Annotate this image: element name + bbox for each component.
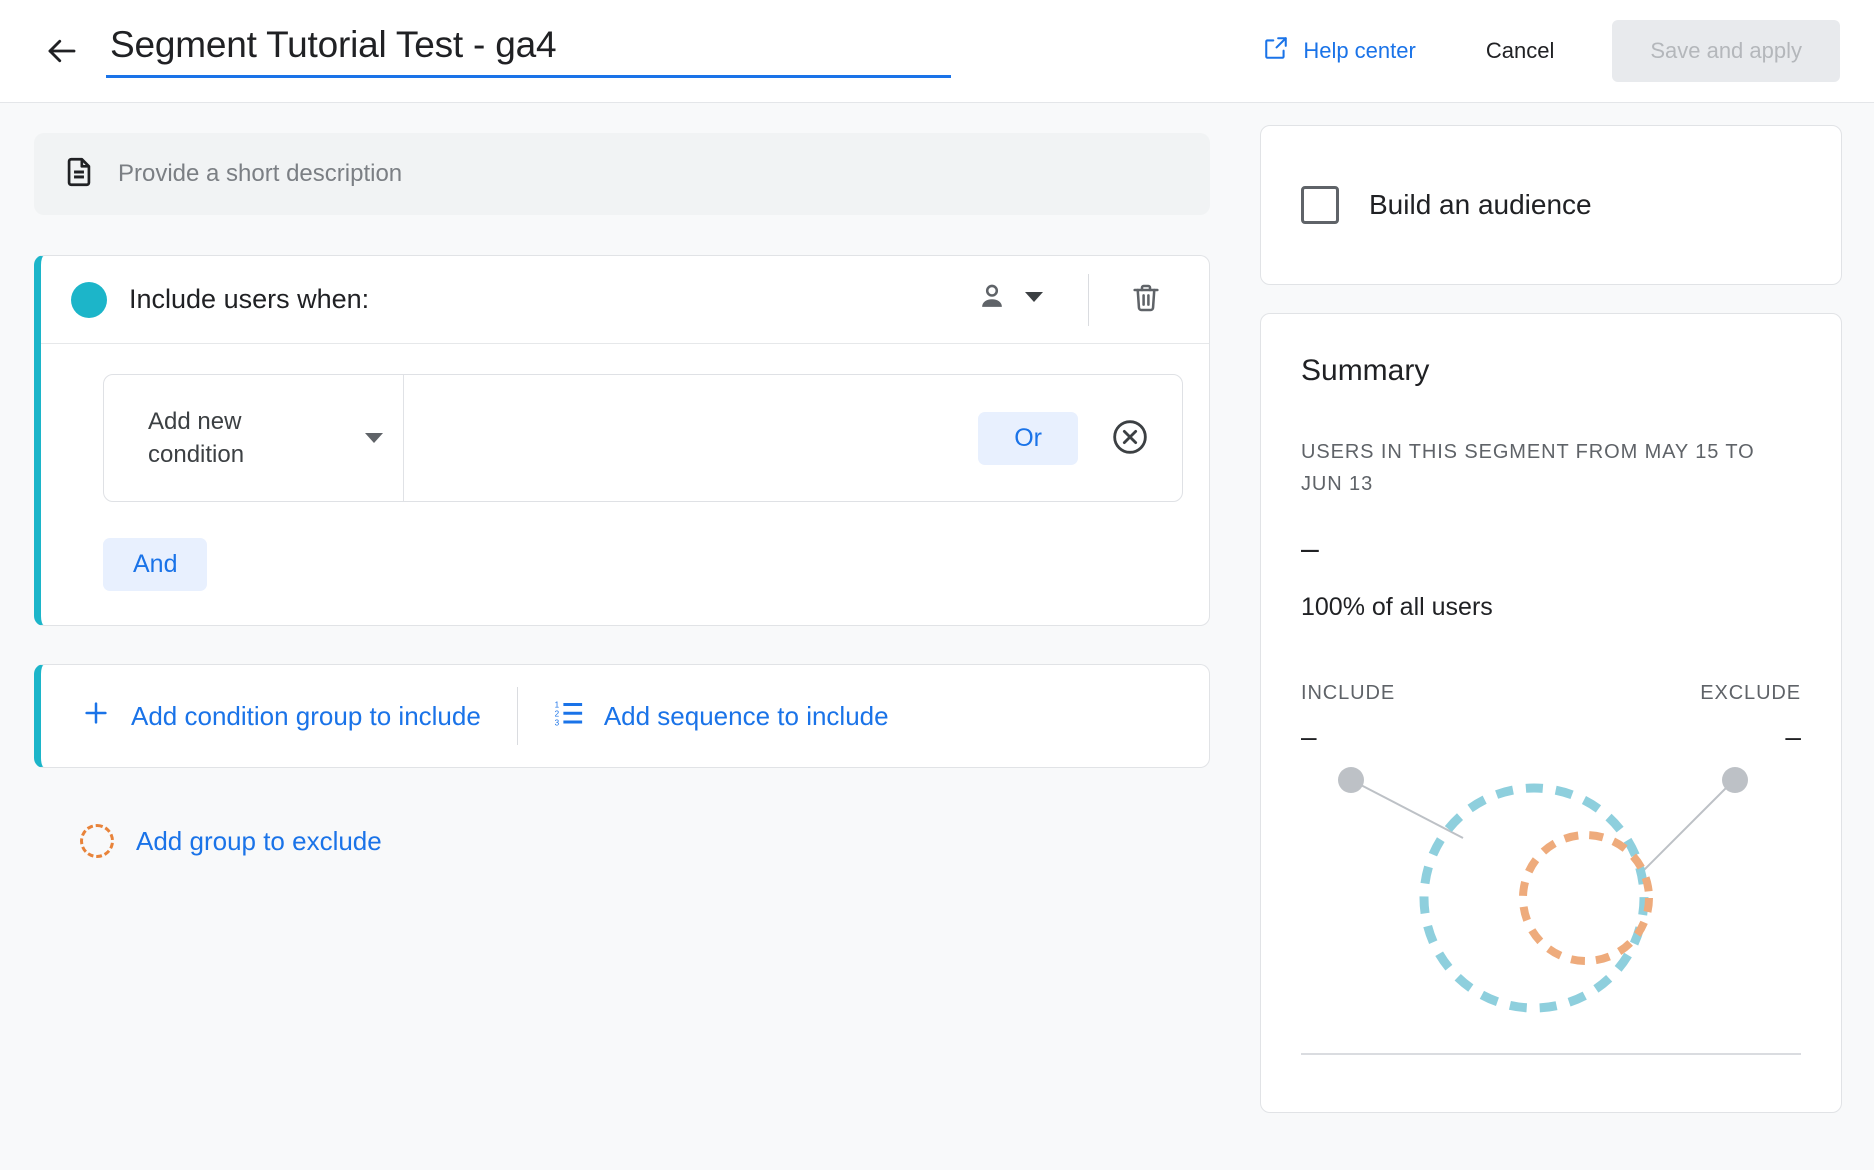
- filled-circle-icon: [71, 281, 107, 318]
- include-label: INCLUDE: [1301, 682, 1396, 704]
- include-condition-body: Add new condition Or And: [41, 344, 1209, 625]
- and-button[interactable]: And: [103, 538, 208, 591]
- include-users-heading: Include users when:: [129, 284, 370, 314]
- numbered-list-icon: 1 2 3: [554, 698, 584, 735]
- title-focus-underline: [106, 75, 951, 78]
- segment-title-input[interactable]: [106, 24, 951, 78]
- summary-pane: Build an audience Summary USERS IN THIS …: [1244, 103, 1874, 1170]
- dropdown-caret-icon: [365, 433, 383, 443]
- scope-selector[interactable]: [962, 271, 1058, 328]
- summary-card: Summary USERS IN THIS SEGMENT FROM MAY 1…: [1260, 313, 1842, 1113]
- open-in-new-icon: [1263, 35, 1289, 67]
- plus-icon: [81, 698, 111, 735]
- help-center-link[interactable]: Help center: [1247, 23, 1432, 79]
- add-actions-divider: [516, 687, 518, 745]
- include-condition-card: Include users when: Add new condition Or…: [34, 255, 1210, 626]
- delete-condition-group-button[interactable]: [1119, 273, 1173, 327]
- add-new-condition-label: Add new condition: [148, 407, 245, 468]
- description-placeholder: Provide a short description: [118, 160, 403, 187]
- close-circle-icon: [1110, 417, 1150, 460]
- add-new-condition-dropdown[interactable]: Add new condition: [104, 375, 404, 501]
- save-and-apply-button[interactable]: Save and apply: [1612, 20, 1840, 82]
- condition-row-actions: Or: [404, 375, 1182, 501]
- add-sequence-label: Add sequence to include: [603, 700, 889, 731]
- include-condition-header: Include users when:: [41, 256, 1209, 344]
- summary-caption: USERS IN THIS SEGMENT FROM MAY 15 TO JUN…: [1301, 441, 1755, 495]
- add-condition-group-button[interactable]: Add condition group to include: [77, 688, 485, 745]
- include-value: –: [1301, 721, 1317, 752]
- exclude-label: EXCLUDE: [1700, 682, 1801, 704]
- summary-title: Summary: [1301, 354, 1430, 387]
- or-button[interactable]: Or: [978, 411, 1078, 465]
- build-audience-label: Build an audience: [1369, 189, 1592, 220]
- add-group-to-exclude-label: Add group to exclude: [136, 825, 382, 856]
- add-group-to-exclude-button[interactable]: Add group to exclude: [34, 814, 428, 868]
- header-actions: Help center Cancel Save and apply: [1247, 20, 1840, 82]
- build-audience-card[interactable]: Build an audience: [1260, 125, 1842, 285]
- include-exclude-labels: INCLUDE EXCLUDE: [1301, 682, 1801, 705]
- svg-text:2: 2: [554, 709, 559, 718]
- summary-percent-of-all: 100% of all users: [1301, 593, 1493, 621]
- chevron-down-icon: [1024, 290, 1044, 309]
- remove-condition-button[interactable]: [1104, 412, 1156, 464]
- summary-users-value: –: [1301, 530, 1319, 566]
- cancel-button[interactable]: Cancel: [1460, 24, 1580, 78]
- header-divider: [1088, 273, 1089, 326]
- add-condition-group-label: Add condition group to include: [131, 700, 481, 731]
- include-exclude-values: – –: [1301, 721, 1801, 753]
- description-field[interactable]: Provide a short description: [34, 133, 1210, 215]
- arrow-left-icon: [44, 33, 80, 69]
- include-header-actions: [962, 271, 1173, 328]
- page-body: Provide a short description Include user…: [0, 103, 1874, 1170]
- dashed-circle-icon: [80, 824, 114, 858]
- exclude-value: –: [1785, 721, 1801, 752]
- condition-row: Add new condition Or: [103, 374, 1183, 502]
- person-icon: [976, 281, 1008, 318]
- help-center-label: Help center: [1303, 38, 1416, 63]
- app-header: Help center Cancel Save and apply: [0, 0, 1874, 103]
- segment-title-field[interactable]: [106, 24, 951, 78]
- document-icon: [62, 155, 96, 194]
- svg-text:3: 3: [554, 718, 559, 727]
- venn-diagram: [1301, 753, 1801, 1053]
- add-sequence-button[interactable]: 1 2 3 Add sequence to include: [550, 688, 893, 745]
- venn-diagram-svg: [1338, 767, 1748, 1013]
- trash-icon: [1130, 282, 1162, 317]
- back-button[interactable]: [34, 23, 90, 79]
- checkbox-unchecked-icon[interactable]: [1301, 186, 1339, 224]
- summary-bottom-divider: [1301, 1053, 1801, 1055]
- add-group-card: Add condition group to include 1 2 3 Add…: [34, 664, 1210, 768]
- svg-text:1: 1: [554, 700, 559, 709]
- segment-builder-pane: Provide a short description Include user…: [0, 103, 1244, 1170]
